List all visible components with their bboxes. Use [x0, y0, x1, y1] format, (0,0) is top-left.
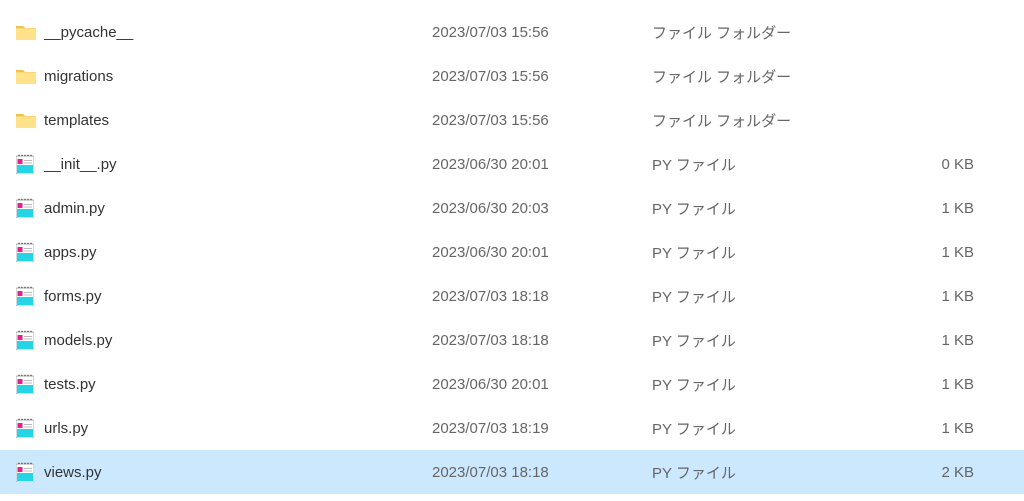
pyfile-icon	[16, 286, 34, 306]
pyfile-icon	[16, 242, 34, 262]
file-type: PY ファイル	[652, 154, 902, 175]
file-row[interactable]: forms.py 2023/07/03 18:18 PY ファイル 1 KB	[0, 274, 1024, 318]
file-name: models.py	[44, 332, 432, 349]
file-icon-cell	[16, 112, 44, 128]
file-icon-cell	[16, 154, 44, 174]
file-icon-cell	[16, 242, 44, 262]
file-row[interactable]: admin.py 2023/06/30 20:03 PY ファイル 1 KB	[0, 186, 1024, 230]
file-icon-cell	[16, 330, 44, 350]
file-row[interactable]: __init__.py 2023/06/30 20:01 PY ファイル 0 K…	[0, 142, 1024, 186]
file-date: 2023/07/03 18:18	[432, 332, 652, 349]
file-date: 2023/07/03 18:18	[432, 464, 652, 481]
pyfile-icon	[16, 374, 34, 394]
pyfile-icon	[16, 330, 34, 350]
file-list: __pycache__ 2023/07/03 15:56 ファイル フォルダー …	[0, 0, 1024, 494]
file-row[interactable]: apps.py 2023/06/30 20:01 PY ファイル 1 KB	[0, 230, 1024, 274]
file-icon-cell	[16, 24, 44, 40]
file-date: 2023/06/30 20:03	[432, 200, 652, 217]
file-name: admin.py	[44, 200, 432, 217]
file-date: 2023/07/03 15:56	[432, 112, 652, 129]
folder-icon	[16, 112, 36, 128]
file-icon-cell	[16, 198, 44, 218]
pyfile-icon	[16, 462, 34, 482]
file-size: 1 KB	[902, 244, 1024, 261]
file-name: tests.py	[44, 376, 432, 393]
file-type: PY ファイル	[652, 418, 902, 439]
file-type: PY ファイル	[652, 330, 902, 351]
file-name: urls.py	[44, 420, 432, 437]
file-type: PY ファイル	[652, 198, 902, 219]
file-row[interactable]: tests.py 2023/06/30 20:01 PY ファイル 1 KB	[0, 362, 1024, 406]
file-date: 2023/07/03 18:18	[432, 288, 652, 305]
file-icon-cell	[16, 374, 44, 394]
pyfile-icon	[16, 154, 34, 174]
file-name: apps.py	[44, 244, 432, 261]
file-name: views.py	[44, 464, 432, 481]
pyfile-icon	[16, 418, 34, 438]
file-row[interactable]: models.py 2023/07/03 18:18 PY ファイル 1 KB	[0, 318, 1024, 362]
file-icon-cell	[16, 462, 44, 482]
file-type: PY ファイル	[652, 462, 902, 483]
file-date: 2023/06/30 20:01	[432, 244, 652, 261]
file-icon-cell	[16, 418, 44, 438]
file-name: templates	[44, 112, 432, 129]
folder-icon	[16, 68, 36, 84]
file-name: forms.py	[44, 288, 432, 305]
file-size: 1 KB	[902, 288, 1024, 305]
file-row[interactable]: views.py 2023/07/03 18:18 PY ファイル 2 KB	[0, 450, 1024, 494]
file-name: migrations	[44, 68, 432, 85]
file-date: 2023/07/03 15:56	[432, 68, 652, 85]
file-type: PY ファイル	[652, 286, 902, 307]
file-type: ファイル フォルダー	[652, 66, 902, 87]
file-name: __init__.py	[44, 156, 432, 173]
file-row[interactable]: migrations 2023/07/03 15:56 ファイル フォルダー	[0, 54, 1024, 98]
file-type: ファイル フォルダー	[652, 110, 902, 131]
file-name: __pycache__	[44, 24, 432, 41]
file-date: 2023/06/30 20:01	[432, 156, 652, 173]
folder-icon	[16, 24, 36, 40]
file-size: 1 KB	[902, 376, 1024, 393]
file-icon-cell	[16, 286, 44, 306]
file-type: ファイル フォルダー	[652, 22, 902, 43]
file-date: 2023/07/03 18:19	[432, 420, 652, 437]
file-size: 0 KB	[902, 156, 1024, 173]
file-row[interactable]: __pycache__ 2023/07/03 15:56 ファイル フォルダー	[0, 10, 1024, 54]
file-type: PY ファイル	[652, 242, 902, 263]
file-size: 1 KB	[902, 200, 1024, 217]
file-row[interactable]: urls.py 2023/07/03 18:19 PY ファイル 1 KB	[0, 406, 1024, 450]
file-size: 1 KB	[902, 332, 1024, 349]
file-type: PY ファイル	[652, 374, 902, 395]
file-size: 2 KB	[902, 464, 1024, 481]
pyfile-icon	[16, 198, 34, 218]
file-date: 2023/06/30 20:01	[432, 376, 652, 393]
file-date: 2023/07/03 15:56	[432, 24, 652, 41]
file-icon-cell	[16, 68, 44, 84]
file-size: 1 KB	[902, 420, 1024, 437]
file-row[interactable]: templates 2023/07/03 15:56 ファイル フォルダー	[0, 98, 1024, 142]
